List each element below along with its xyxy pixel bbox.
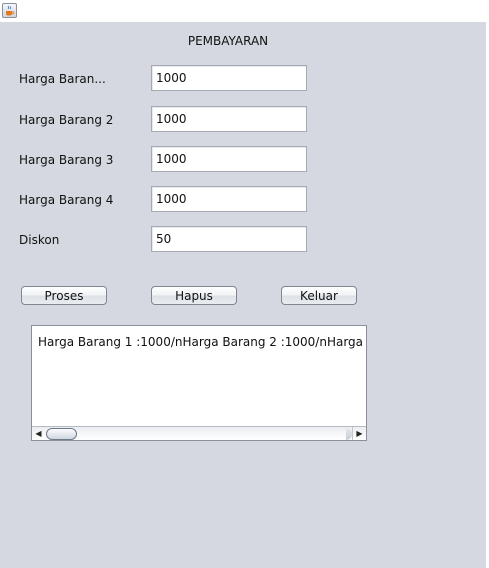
title-bar: [0, 0, 489, 22]
harga-barang-2-field[interactable]: [151, 106, 307, 132]
harga-barang-4-field[interactable]: [151, 186, 307, 212]
harga-barang-2-label: Harga Barang 2: [19, 113, 114, 127]
harga-barang-1-field[interactable]: [151, 65, 307, 91]
proses-button[interactable]: Proses: [21, 286, 107, 305]
output-textarea[interactable]: Harga Barang 1 :1000/nHarga Barang 2 :10…: [31, 325, 367, 441]
form-heading: PEMBAYARAN: [187, 34, 269, 48]
output-text: Harga Barang 1 :1000/nHarga Barang 2 :10…: [38, 335, 366, 349]
scroll-left-arrow-icon[interactable]: ◀: [32, 427, 45, 440]
keluar-button[interactable]: Keluar: [281, 286, 357, 305]
harga-barang-1-label: Harga Baran...: [19, 72, 106, 86]
harga-barang-3-field[interactable]: [151, 146, 307, 172]
harga-barang-4-label: Harga Barang 4: [19, 193, 114, 207]
form-panel: PEMBAYARAN Harga Baran... Harga Barang 2…: [0, 22, 489, 568]
diskon-label: Diskon: [19, 233, 60, 247]
hapus-button[interactable]: Hapus: [151, 286, 237, 305]
scroll-right-arrow-icon[interactable]: ▶: [352, 427, 366, 440]
diskon-field[interactable]: [151, 226, 307, 252]
horizontal-scrollbar[interactable]: ◀ ▶: [32, 426, 366, 440]
java-coffee-cup-icon[interactable]: [2, 3, 17, 18]
harga-barang-3-label: Harga Barang 3: [19, 153, 114, 167]
scrollbar-thumb[interactable]: [46, 428, 77, 440]
